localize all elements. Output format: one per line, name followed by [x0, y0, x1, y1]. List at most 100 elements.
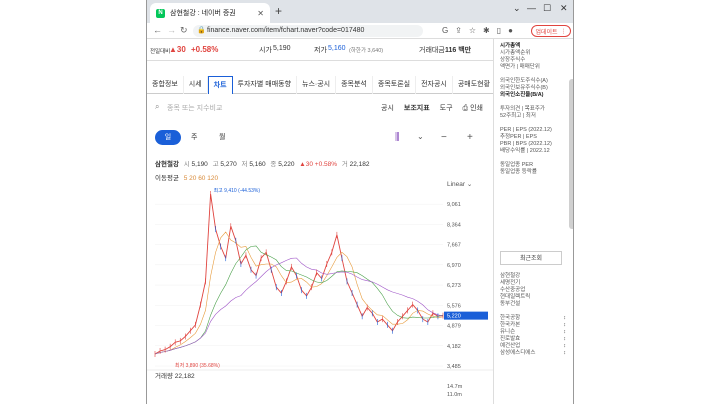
scale-select[interactable]: Linear ⌄ [447, 180, 472, 188]
y-tick-label: 3,485 [447, 364, 461, 370]
update-button[interactable]: 업데이트 ⋮ [531, 25, 571, 37]
ma-label: 이동평균 [155, 175, 179, 182]
tab-disclosure[interactable]: 전자공시 [416, 76, 453, 94]
change-label: 전일대비 [150, 49, 171, 55]
recent-item[interactable]: 수산중공업 [494, 287, 573, 294]
recent-item-name: 현대일렉트릭 [500, 294, 531, 300]
recent-item-name: 유니슨 [500, 329, 516, 335]
ma-values: 5 20 60 120 [183, 175, 219, 182]
recent-item-name: 한국카본 [500, 322, 521, 328]
minimize-icon[interactable]: — [527, 3, 536, 13]
candlestick-icon[interactable]: ⫼ [395, 132, 400, 143]
y-tick-label: 6,970 [447, 263, 461, 269]
scale-label: Linear [447, 181, 466, 188]
profile-icon[interactable]: ● [508, 26, 513, 35]
price-chart[interactable]: 9,061 8,364 7,667 6,970 6,273 5,576 4,879 4,182… [147, 188, 493, 404]
recent-item[interactable] [494, 308, 573, 315]
recent-item-mark: ↕ [563, 322, 566, 328]
y-tick-label: 5,576 [447, 303, 461, 309]
open-label: 시 [183, 161, 190, 168]
recent-item[interactable]: 삼현철강 [494, 273, 573, 280]
ma-line-120 [154, 257, 444, 355]
new-tab-icon[interactable]: + [275, 4, 282, 18]
recent-item[interactable]: 한국카본 ↕ [494, 322, 573, 329]
star-icon[interactable]: ☆ [469, 26, 476, 35]
open-value: 5,190 [191, 161, 208, 168]
indicator-button[interactable]: 보조지표 [404, 103, 430, 113]
chevron-down-icon[interactable]: ⌄ [513, 3, 521, 14]
period-week-button[interactable]: 주 [191, 130, 197, 145]
url-input[interactable]: 🔒 finance.naver.com/item/fchart.naver?co… [193, 25, 423, 37]
sidebar-info-row: 52주최고 | 최저 [500, 113, 536, 119]
volume-tick-label: 11.0m [447, 392, 462, 398]
close-icon[interactable]: ✕ [257, 9, 264, 18]
window-close-icon[interactable]: ✕ [560, 3, 568, 14]
recent-item[interactable]: 세명전기 [494, 280, 573, 287]
browser-tab[interactable]: N 삼현철강 : 네이버 증권 ✕ [150, 3, 270, 23]
sidebar-info-row [494, 99, 573, 106]
scrollbar[interactable] [569, 79, 573, 229]
back-icon[interactable]: ← [153, 25, 162, 35]
sidebar-info-row: PBR | BPS (2022.12) [500, 141, 552, 147]
tab-chart[interactable]: 차트 [207, 76, 233, 94]
forward-icon[interactable]: → [167, 25, 176, 35]
puzzle-icon[interactable]: ✱ [483, 26, 490, 35]
zoom-in-icon[interactable]: + [467, 132, 473, 143]
tab-investor[interactable]: 투자자별 매매동향 [233, 76, 298, 94]
sidepanel-icon[interactable]: ▯ [497, 26, 501, 35]
low-label: 저 [241, 161, 248, 168]
recent-item-mark: ↕ [563, 315, 566, 321]
low-label: 저가 [314, 47, 327, 54]
recent-item[interactable]: 한국공항 ↕ [494, 315, 573, 322]
tab-bar: N 삼현철강 : 네이버 증권 ✕ + ⌄ — ☐ ✕ [147, 0, 573, 23]
volume-amount-label: 거래대금 [419, 47, 445, 54]
chevron-down-icon[interactable]: ⌄ [417, 132, 424, 141]
sidebar-info-row [494, 120, 573, 127]
recent-item[interactable]: 동부건설 [494, 301, 573, 308]
tab-news[interactable]: 뉴스·공시 [297, 76, 337, 94]
recent-item[interactable]: 현대일렉트릭 [494, 294, 573, 301]
recent-list: 삼현철강 세명전기 수산중공업 현대일렉트릭 동부건설 한국공항 ↕ 한국카본 ↕ 유니슨 ↕ 진로… [494, 273, 573, 357]
sidebar-info-row: 시가총액순위 [500, 50, 531, 56]
recent-item[interactable]: 진로발효 ↕ [494, 336, 573, 343]
tab-summary[interactable]: 종합정보 [147, 76, 184, 94]
high-value: 5,270 [220, 161, 237, 168]
recent-tab[interactable]: 최근조회 [500, 251, 562, 265]
share-icon[interactable]: ⇪ [455, 26, 462, 35]
zoom-out-icon[interactable]: − [441, 132, 447, 143]
google-icon[interactable]: G [442, 26, 448, 35]
tab-price[interactable]: 시세 [184, 76, 208, 94]
tool-button[interactable]: 도구 [440, 103, 453, 113]
y-tick-label: 8,364 [447, 222, 461, 228]
sidebar-info-row: 배당수익률 | 2022.12 [500, 148, 550, 154]
recent-item-mark: ↕ [563, 350, 566, 356]
tab-analysis[interactable]: 종목분석 [336, 76, 373, 94]
open-label: 시가 [259, 47, 272, 54]
low-value: 5,160 [328, 45, 346, 52]
y-tick-label: 7,667 [447, 243, 461, 249]
volume-legend: 거래량 22,182 [155, 373, 195, 380]
recent-item-mark: ↕ [563, 329, 566, 335]
chart-toolbar: ⌕ 종목 또는 지수비교 공시 보조지표 도구 ⎙ 인쇄 [147, 100, 493, 116]
change-pct: +0.58% [314, 161, 338, 168]
y-tick-label: 4,182 [447, 344, 461, 350]
print-button[interactable]: ⎙ 인쇄 [463, 103, 483, 113]
recent-item[interactable]: 삼성에스디에스 ↕ [494, 350, 573, 357]
recent-item[interactable]: 예건산업 ↕ [494, 343, 573, 350]
close-value: 5,220 [278, 161, 295, 168]
sidebar-info-row: 추정PER | EPS [500, 134, 537, 140]
recent-item-name: 삼현철강 [500, 273, 521, 279]
tab-discussion[interactable]: 종목토론실 [373, 76, 417, 94]
compare-input[interactable]: 종목 또는 지수비교 [167, 103, 267, 115]
search-icon: ⌕ [155, 102, 160, 111]
moving-average-legend: 이동평균 5 20 60 120 [155, 172, 218, 182]
tab-short[interactable]: 공매도현황 [453, 76, 497, 94]
update-label: 업데이트 [535, 29, 558, 36]
disclosure-button[interactable]: 공시 [381, 103, 394, 113]
low-value: 5,160 [249, 161, 266, 168]
maximize-icon[interactable]: ☐ [543, 3, 551, 14]
recent-item[interactable]: 유니슨 ↕ [494, 329, 573, 336]
period-day-button[interactable]: 일 [155, 130, 181, 145]
reload-icon[interactable]: ↻ [180, 25, 188, 36]
period-month-button[interactable]: 월 [219, 130, 225, 145]
